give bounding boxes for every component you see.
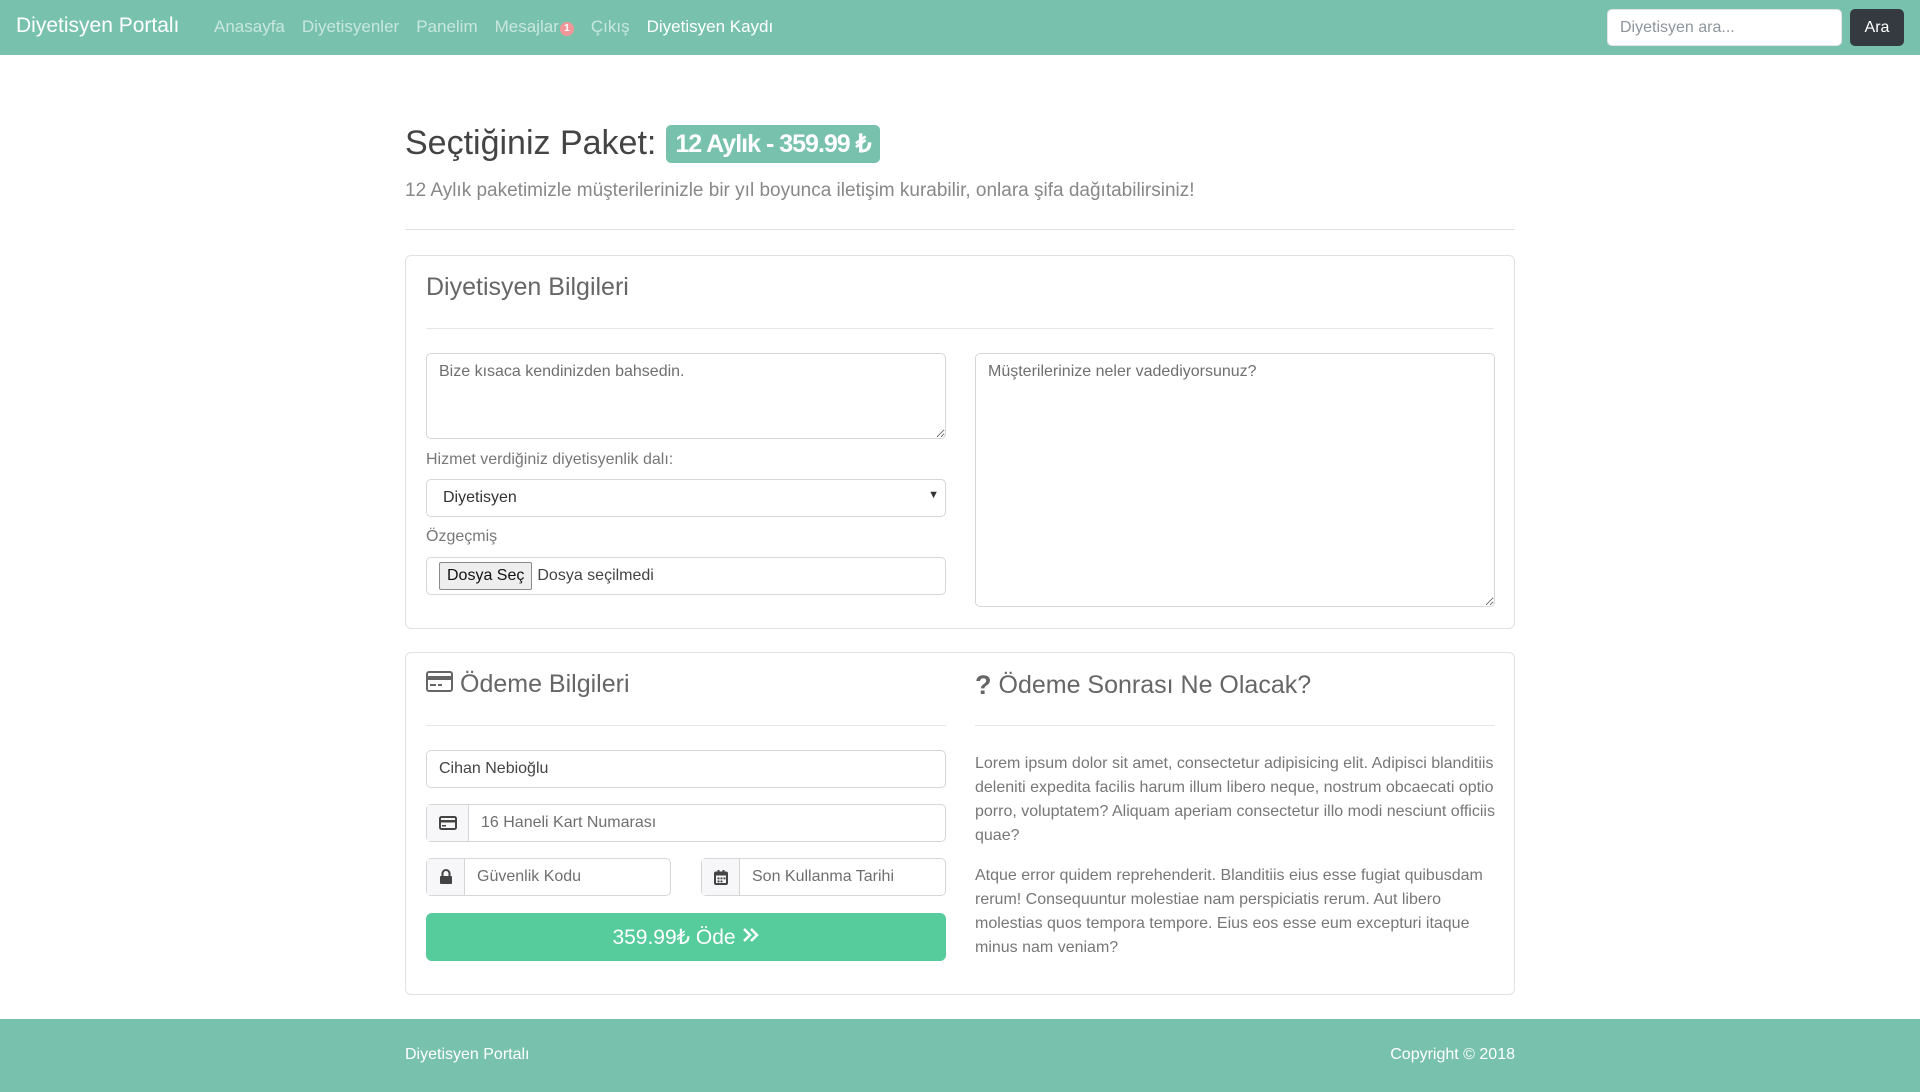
nav-link-messages[interactable]: Mesajlar 1: [495, 17, 574, 37]
nav-link-panel[interactable]: Panelim: [416, 17, 477, 37]
promise-textarea[interactable]: [975, 353, 1495, 607]
lock-icon: [427, 859, 465, 895]
choose-file-button[interactable]: Dosya Seç: [439, 562, 533, 590]
cv-file-input[interactable]: Dosya Seç Dosya seçilmedi: [426, 557, 946, 595]
divider: [405, 229, 1515, 230]
divider: [975, 725, 1495, 726]
footer-copyright: Copyright © 2018: [1390, 1046, 1515, 1063]
messages-count-badge: 1: [559, 22, 574, 36]
card-number-input[interactable]: [469, 805, 945, 841]
credit-card-icon: [426, 670, 453, 699]
branch-select[interactable]: Diyetisyen ▼: [426, 479, 946, 517]
navbar: Diyetisyen Portalı Anasayfa Diyetisyenle…: [0, 0, 1920, 55]
cvv-group: [426, 858, 671, 896]
pay-button-label: 359.99₺ Öde: [612, 925, 736, 949]
search-input[interactable]: [1607, 9, 1842, 46]
nav-link-dietitians[interactable]: Diyetisyenler: [302, 17, 399, 37]
footer: Diyetisyen Portalı Copyright © 2018: [0, 1019, 1920, 1092]
caret-down-icon: ▼: [928, 489, 939, 501]
payment-title: Ödeme Bilgileri: [426, 670, 630, 699]
payment-title-text: Ödeme Bilgileri: [460, 670, 630, 698]
dietitian-info-card: Diyetisyen Bilgileri Hizmet verdiğiniz d…: [405, 255, 1515, 629]
file-status: Dosya seçilmedi: [537, 567, 654, 584]
page-title-text: Seçtiğiniz Paket:: [405, 124, 657, 162]
after-payment-title: ? Ödeme Sonrası Ne Olacak?: [975, 670, 1311, 701]
dietitian-info-title: Diyetisyen Bilgileri: [426, 273, 629, 301]
page-title: Seçtiğiniz Paket: 12 Aylık - 359.99 ₺: [405, 124, 880, 163]
after-payment-title-text: Ödeme Sonrası Ne Olacak?: [998, 671, 1312, 699]
footer-brand: Diyetisyen Portalı: [405, 1046, 530, 1063]
nav-link-messages-label: Mesajlar: [494, 17, 559, 36]
after-payment-paragraph-2: Atque error quidem reprehenderit. Blandi…: [975, 867, 1483, 956]
cv-label: Özgeçmiş: [426, 528, 498, 545]
search-button[interactable]: Ara: [1850, 9, 1904, 46]
nav-links: Anasayfa Diyetisyenler Panelim Mesajlar …: [214, 17, 773, 37]
brand-link[interactable]: Diyetisyen Portalı: [16, 14, 179, 38]
pay-button[interactable]: 359.99₺ Öde: [426, 913, 946, 961]
divider: [426, 725, 946, 726]
after-payment-paragraph-1: Lorem ipsum dolor sit amet, consectetur …: [975, 755, 1495, 844]
credit-card-icon: [427, 805, 469, 841]
card-number-group: [426, 804, 946, 842]
calendar-icon: [702, 859, 740, 895]
expiry-group: [701, 858, 946, 896]
double-chevron-right-icon: [742, 925, 760, 949]
about-textarea[interactable]: [426, 353, 946, 439]
cardholder-name-input[interactable]: [426, 750, 946, 788]
nav-link-home[interactable]: Anasayfa: [214, 17, 285, 37]
expiry-input[interactable]: [740, 859, 945, 895]
nav-link-dietitian-register[interactable]: Diyetisyen Kaydı: [647, 17, 774, 37]
payment-card: Ödeme Bilgileri Cihan Nebioğlu 16 Haneli…: [405, 652, 1515, 995]
branch-select-value: Diyetisyen: [443, 489, 517, 506]
cvv-input[interactable]: [465, 859, 670, 895]
divider: [426, 328, 1494, 329]
nav-link-logout[interactable]: Çıkış: [591, 17, 630, 37]
package-badge: 12 Aylık - 359.99 ₺: [666, 124, 880, 163]
branch-label: Hizmet verdiğiniz diyetisyenlik dalı:: [426, 451, 674, 468]
question-icon: ?: [975, 670, 992, 700]
package-description: 12 Aylık paketimizle müşterilerinizle bi…: [405, 180, 1195, 201]
